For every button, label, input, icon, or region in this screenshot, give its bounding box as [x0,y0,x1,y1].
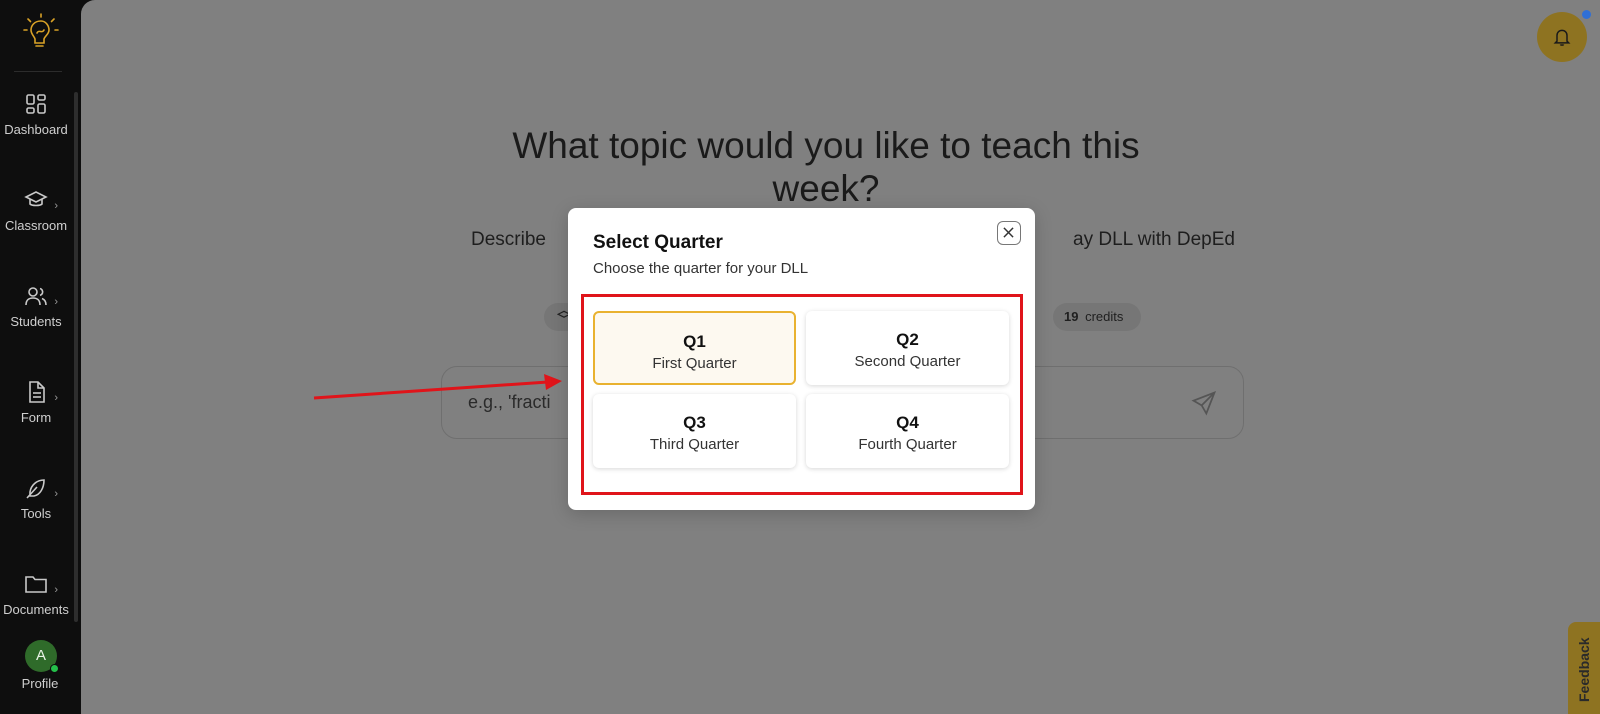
chevron-right-icon: › [54,584,58,596]
quarter-name: First Quarter [652,355,737,372]
chevron-right-icon: › [54,392,58,404]
subtitle-end: ay DLL with DepEd [1073,229,1235,250]
profile-label[interactable]: Profile [0,676,80,691]
quarter-option-q2[interactable]: Q2 Second Quarter [806,311,1009,385]
quarter-option-q1[interactable]: Q1 First Quarter [593,311,796,385]
chevron-right-icon: › [54,200,58,212]
sidebar-item-documents[interactable]: Documents › [0,572,72,617]
dialog-title: Select Quarter [593,232,723,253]
graduation-cap-icon [0,188,72,212]
sidebar-item-tools[interactable]: Tools › [0,476,72,521]
quarter-code: Q3 [683,413,706,432]
credits-label: credits [1085,309,1124,324]
feedback-tab[interactable]: Feedback [1568,622,1600,714]
sidebar: Dashboard Classroom › Students › Form › … [0,0,80,714]
sidebar-item-classroom[interactable]: Classroom › [0,188,72,233]
page-title: What topic would you like to teach this … [512,125,1140,209]
quarter-option-q4[interactable]: Q4 Fourth Quarter [806,394,1009,468]
quarter-name: Third Quarter [649,436,740,453]
sidebar-item-label: Form [20,410,52,425]
sidebar-item-label: Documents [3,602,69,617]
notifications-button[interactable] [1537,12,1587,62]
credits-count: 19 [1064,309,1079,324]
send-icon[interactable] [1190,389,1218,422]
dialog-subtitle: Choose the quarter for your DLL [593,260,809,277]
users-icon [0,284,72,308]
logo-divider [14,71,62,72]
dashboard-grid-icon [0,92,72,116]
sidebar-item-dashboard[interactable]: Dashboard [0,92,72,137]
subtitle-start: Describe [471,229,546,250]
quarter-name: Fourth Quarter [858,436,957,453]
sidebar-item-students[interactable]: Students › [0,284,72,329]
annotation-arrow [313,374,562,400]
chevron-right-icon: › [54,296,58,308]
quarter-code: Q2 [896,330,919,349]
feather-icon [0,476,72,500]
sidebar-item-label: Students [10,314,62,329]
online-status-dot [50,664,59,673]
select-quarter-dialog: Select Quarter Choose the quarter for yo… [568,208,1035,510]
sidebar-item-form[interactable]: Form › [0,380,72,425]
quarter-code: Q4 [896,413,919,432]
chevron-right-icon: › [54,488,58,500]
sidebar-item-label: Tools [20,506,52,521]
sidebar-item-label: Classroom [4,218,68,233]
quarter-name: Second Quarter [854,353,961,370]
sidebar-item-label: Dashboard [4,122,68,137]
folder-icon [0,572,72,596]
feedback-label: Feedback [1576,637,1592,702]
document-icon [0,380,72,404]
sidebar-scrollbar[interactable] [74,92,78,622]
quarter-option-q3[interactable]: Q3 Third Quarter [593,394,796,468]
notification-badge [1582,10,1591,19]
app-logo[interactable] [22,12,60,52]
credits-badge: 19 credits [1053,303,1141,331]
quarter-code: Q1 [683,332,706,351]
close-button[interactable] [997,221,1021,245]
